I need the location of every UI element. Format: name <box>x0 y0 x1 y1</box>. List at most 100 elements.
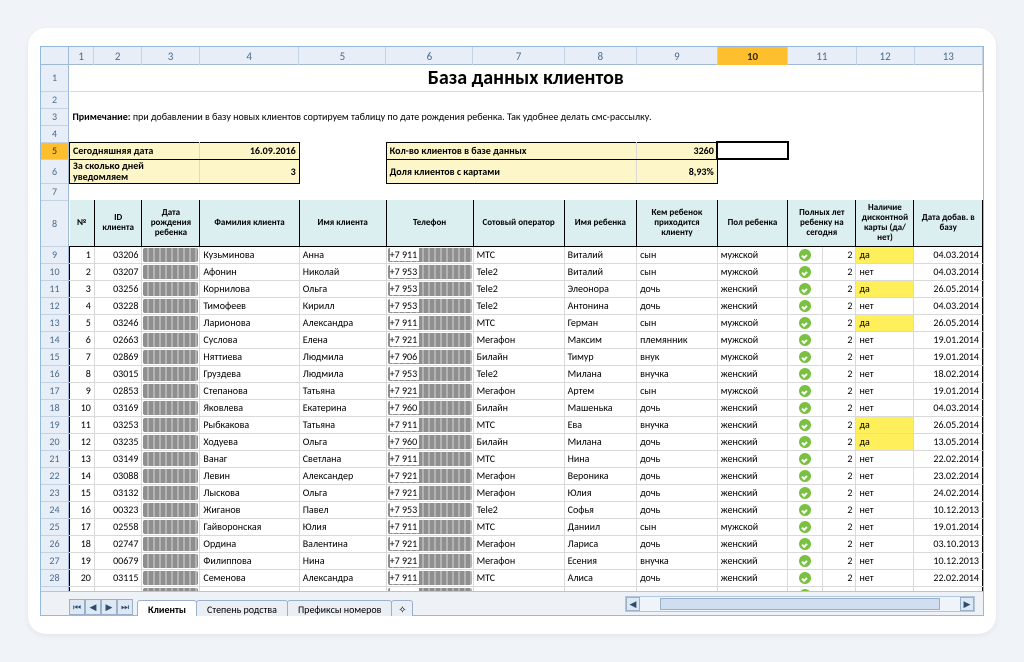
cell-id[interactable]: 02663 <box>94 331 142 348</box>
cell-operator[interactable]: МТС <box>473 450 564 467</box>
cell-surname[interactable]: Тимофеев <box>200 297 299 314</box>
cell-relation[interactable]: племянник <box>637 331 718 348</box>
cell-phone[interactable]: +7 953 <box>386 365 473 382</box>
cell-tick[interactable] <box>788 535 823 552</box>
tab-nav-last[interactable]: ⏭ <box>117 599 133 615</box>
cell-date[interactable]: 19.01.2014 <box>914 348 983 365</box>
cell-age[interactable]: 2 <box>823 552 856 569</box>
cell-date[interactable]: 13.05.2014 <box>914 433 983 450</box>
cell-date[interactable]: 04.03.2014 <box>914 297 983 314</box>
row-header-17[interactable]: 17 <box>41 382 68 399</box>
cell-surname[interactable]: Ванаг <box>200 450 299 467</box>
cell-child[interactable]: Виталий <box>564 263 636 280</box>
cell-surname[interactable]: Кузьминова <box>200 246 299 263</box>
cell-relation[interactable]: сын <box>637 382 718 399</box>
row-header-4[interactable]: 4 <box>41 125 68 142</box>
cell-card[interactable]: нет <box>856 297 914 314</box>
cell-id[interactable]: 03132 <box>94 484 142 501</box>
cell-dob[interactable] <box>142 280 200 297</box>
cell-child[interactable]: Лариса <box>564 535 636 552</box>
column-header-1[interactable]: 1 <box>69 47 94 65</box>
cell-id[interactable]: 02853 <box>94 382 142 399</box>
cell-child[interactable]: Милана <box>564 433 636 450</box>
cell-phone[interactable]: +7 953 <box>386 297 473 314</box>
cell-n[interactable]: 2 <box>70 263 95 280</box>
cell-child[interactable]: Машенька <box>564 399 636 416</box>
cell-n[interactable]: 9 <box>70 382 95 399</box>
cell-sex[interactable]: мужской <box>717 348 787 365</box>
scroll-left-icon[interactable]: ◀ <box>626 597 640 611</box>
cell-phone[interactable]: +7 953 <box>386 501 473 518</box>
cell-name[interactable]: Нина <box>299 552 386 569</box>
cell-card[interactable]: нет <box>856 501 914 518</box>
cell-dob[interactable] <box>142 297 200 314</box>
cell-n[interactable]: 20 <box>70 569 95 586</box>
cell-id[interactable]: 02869 <box>94 348 142 365</box>
cell-child[interactable]: Милана <box>564 365 636 382</box>
cell-name[interactable]: Светлана <box>299 450 386 467</box>
cell-name[interactable]: Ольга <box>299 484 386 501</box>
cell-date[interactable]: 22.02.2014 <box>914 450 983 467</box>
cell-phone[interactable]: +7 921 <box>386 535 473 552</box>
cell-name[interactable]: Павел <box>299 501 386 518</box>
cell-operator[interactable]: Билайн <box>473 433 564 450</box>
scrollbar-thumb[interactable] <box>660 598 940 610</box>
cell-child[interactable]: Элеонора <box>564 280 636 297</box>
cell-age[interactable]: 2 <box>823 314 856 331</box>
cell-n[interactable]: 19 <box>70 552 95 569</box>
horizontal-scrollbar[interactable]: ◀ ▶ <box>625 596 975 612</box>
cell-dob[interactable] <box>142 382 200 399</box>
cell-card[interactable]: нет <box>856 263 914 280</box>
cell-card[interactable]: нет <box>856 382 914 399</box>
cell-relation[interactable]: дочь <box>637 501 718 518</box>
row-header-20[interactable]: 20 <box>41 433 68 450</box>
cell-tick[interactable] <box>788 246 823 263</box>
row-header-15[interactable]: 15 <box>41 348 68 365</box>
cell-relation[interactable]: дочь <box>637 280 718 297</box>
cell-name[interactable]: Татьяна <box>299 382 386 399</box>
cell-date[interactable]: 19.01.2014 <box>914 331 983 348</box>
cell-age[interactable]: 2 <box>823 416 856 433</box>
cell-age[interactable]: 2 <box>823 467 856 484</box>
cell-child[interactable]: Даниил <box>564 518 636 535</box>
cell-date[interactable]: 23.02.2014 <box>914 467 983 484</box>
cell-n[interactable]: 16 <box>70 501 95 518</box>
cell-dob[interactable] <box>142 399 200 416</box>
cell-id[interactable]: 03207 <box>94 263 142 280</box>
cell-card[interactable]: да <box>856 416 914 433</box>
cell-card[interactable]: нет <box>856 518 914 535</box>
cell-dob[interactable] <box>142 569 200 586</box>
row-header-26[interactable]: 26 <box>41 535 68 552</box>
cell-dob[interactable] <box>142 348 200 365</box>
column-header-7[interactable]: 7 <box>473 47 564 65</box>
cell-n[interactable]: 4 <box>70 297 95 314</box>
cell-n[interactable]: 15 <box>70 484 95 501</box>
cell-child[interactable]: Вероника <box>564 467 636 484</box>
cell-age[interactable]: 2 <box>823 484 856 501</box>
column-header-3[interactable]: 3 <box>141 47 199 65</box>
cell-relation[interactable]: дочь <box>637 569 718 586</box>
cell-relation[interactable]: внучка <box>637 552 718 569</box>
cell-operator[interactable]: Tele2 <box>473 365 564 382</box>
cell-tick[interactable] <box>788 382 823 399</box>
tab-nav-next[interactable]: ▶ <box>101 599 117 615</box>
cell-name[interactable]: Александер <box>299 467 386 484</box>
column-header-12[interactable]: 12 <box>856 47 914 65</box>
scroll-right-icon[interactable]: ▶ <box>960 597 974 611</box>
cell-card[interactable]: да <box>856 314 914 331</box>
cell-name[interactable]: Ольга <box>299 433 386 450</box>
cell-surname[interactable]: Семенова <box>200 569 299 586</box>
cell-n[interactable]: 12 <box>70 433 95 450</box>
cell-surname[interactable]: Лыскова <box>200 484 299 501</box>
cell-age[interactable]: 2 <box>823 399 856 416</box>
cell-relation[interactable]: внучка <box>637 365 718 382</box>
cell-dob[interactable] <box>142 314 200 331</box>
cell-relation[interactable]: сын <box>637 263 718 280</box>
cell-card[interactable]: нет <box>856 569 914 586</box>
cell-phone[interactable]: +7 921 <box>386 331 473 348</box>
row-header-10[interactable]: 10 <box>41 263 68 280</box>
column-header-2[interactable]: 2 <box>94 47 142 65</box>
cell-relation[interactable]: дочь <box>637 450 718 467</box>
row-header-7[interactable]: 7 <box>41 183 68 200</box>
cell-operator[interactable]: Мегафон <box>473 484 564 501</box>
